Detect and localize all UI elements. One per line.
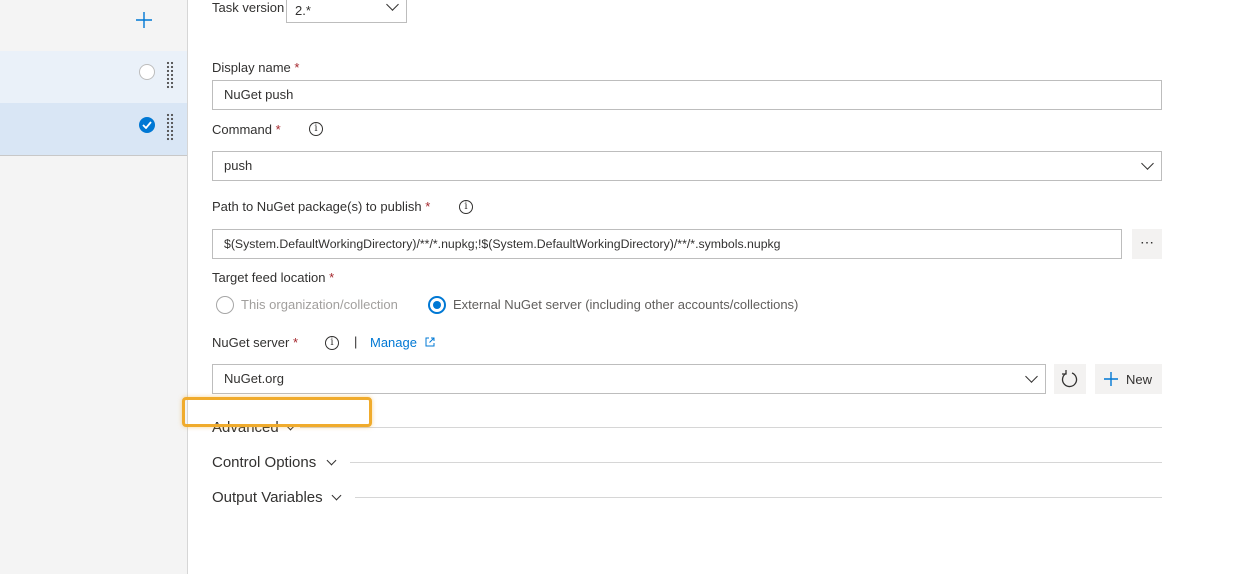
radio-this-organization[interactable] xyxy=(216,296,234,314)
path-label: Path to NuGet package(s) to publish * xyxy=(212,199,431,214)
task-version-label: Task version xyxy=(212,0,285,15)
chevron-down-icon xyxy=(1141,157,1154,170)
section-output-variables-title: Output Variables xyxy=(212,489,323,506)
refresh-button[interactable] xyxy=(1054,364,1086,394)
nuget-server-label: NuGet server * xyxy=(212,335,298,350)
new-button-label: New xyxy=(1126,372,1153,387)
path-field[interactable]: $(System.DefaultWorkingDirectory)/**/*.n… xyxy=(212,229,1122,259)
section-divider xyxy=(355,497,1162,498)
drag-handle-icon[interactable] xyxy=(166,61,174,89)
path-value: $(System.DefaultWorkingDirectory)/**/*.n… xyxy=(224,237,781,251)
section-divider xyxy=(300,427,1162,428)
check-circle-icon[interactable] xyxy=(139,117,155,133)
chevron-down-icon xyxy=(331,490,342,501)
chevron-down-icon xyxy=(326,455,337,466)
command-select[interactable]: push xyxy=(212,151,1162,181)
separator: | xyxy=(354,334,358,349)
chevron-down-icon xyxy=(386,0,399,11)
add-task-button[interactable] xyxy=(134,10,154,30)
more-icon: ⋯ xyxy=(1140,234,1154,250)
radio-this-organization-label[interactable]: This organization/collection xyxy=(241,297,398,312)
refresh-icon xyxy=(1061,370,1078,388)
browse-button[interactable]: ⋯ xyxy=(1132,229,1162,259)
section-control-options-title: Control Options xyxy=(212,454,317,471)
target-feed-label: Target feed location * xyxy=(212,270,335,285)
display-name-value: NuGet push xyxy=(224,87,294,102)
drag-handle-icon[interactable] xyxy=(166,113,174,141)
task-version-value: 2.* xyxy=(295,3,311,18)
command-value: push xyxy=(224,158,253,173)
command-label: Command * xyxy=(212,122,281,137)
info-icon[interactable]: i xyxy=(325,336,339,350)
external-link-icon xyxy=(425,337,435,347)
radio-external-server-label[interactable]: External NuGet server (including other a… xyxy=(453,297,798,312)
section-divider xyxy=(350,462,1162,463)
radio-external-server[interactable] xyxy=(428,296,446,314)
task-version-select[interactable]: 2.* xyxy=(286,0,407,23)
task-row-selected[interactable] xyxy=(0,103,187,156)
plus-icon xyxy=(1104,372,1118,386)
task-row[interactable] xyxy=(0,51,187,104)
info-icon[interactable]: i xyxy=(459,200,473,214)
new-button[interactable]: New xyxy=(1095,364,1162,394)
highlight-box xyxy=(182,397,372,427)
circle-icon[interactable] xyxy=(139,64,155,80)
nuget-server-select[interactable]: NuGet.org xyxy=(212,364,1046,394)
display-name-field[interactable]: NuGet push xyxy=(212,80,1162,110)
nuget-server-value: NuGet.org xyxy=(224,371,284,386)
chevron-down-icon xyxy=(1025,370,1038,383)
info-icon[interactable]: i xyxy=(309,122,323,136)
manage-link[interactable]: Manage xyxy=(370,335,435,350)
plus-icon xyxy=(136,12,152,28)
task-list-pane xyxy=(0,0,188,574)
display-name-label: Display name * xyxy=(212,60,300,75)
